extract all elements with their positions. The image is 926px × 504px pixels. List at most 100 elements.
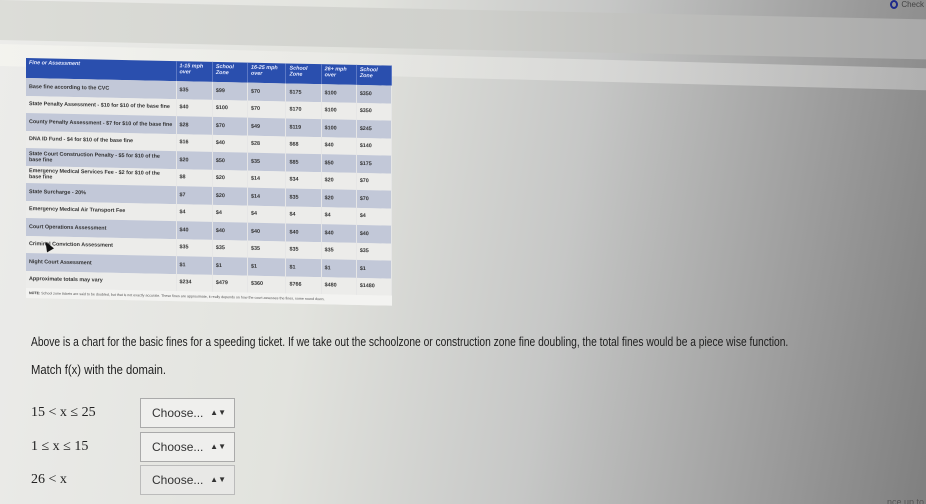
fine-value-cell: $35 [247,240,286,259]
check-label: Check [901,0,924,9]
fine-value-cell: $1480 [356,277,392,296]
fine-value-cell: $14 [247,170,286,189]
fine-value-cell: $28 [247,135,286,154]
fine-value-cell: $34 [285,170,322,190]
match-row: 15 < x ≤ 25 Choose... ▲▼ [31,398,235,428]
fine-value-cell: $100 [321,84,357,103]
fine-value-cell: $35 [176,81,213,100]
fine-value-cell: $175 [285,83,322,102]
fine-value-cell: $4 [321,206,357,225]
fine-value-cell: $16 [176,133,213,152]
fine-value-cell: $4 [176,203,213,222]
fine-value-cell: $480 [321,276,357,295]
fine-value-cell: $28 [176,116,213,135]
fine-value-cell: $350 [356,84,392,104]
fine-value-cell: $7 [176,186,213,205]
fine-value-cell: $4 [356,207,392,226]
check-button[interactable]: Check [890,0,924,9]
fine-value-cell: $70 [247,100,286,119]
fine-value-cell: $50 [321,154,357,173]
fine-value-cell: $100 [212,99,248,118]
fine-value-cell: $40 [285,223,322,242]
fine-value-cell: $99 [212,81,248,101]
fines-table: Fine or Assessment 1-15 mph over School … [26,58,392,296]
fine-value-cell: $50 [212,151,248,171]
header-26-plus: 26+ mph over [321,64,357,85]
function-select[interactable]: Choose... ▲▼ [140,432,235,462]
select-value: Choose... [152,406,204,420]
fine-value-cell: $14 [247,187,286,206]
fine-value-cell: $40 [356,224,392,244]
fine-value-cell: $8 [176,168,213,187]
fine-value-cell: $70 [356,172,392,191]
fine-value-cell: $1 [285,258,322,277]
header-16-25: 16-25 mph over [247,62,286,84]
function-select[interactable]: Choose... ▲▼ [140,398,235,428]
fine-value-cell: $20 [212,169,248,188]
updown-arrow-icon: ▲▼ [210,442,226,451]
function-select[interactable]: Choose... ▲▼ [140,465,235,495]
fine-value-cell: $119 [285,118,322,137]
fine-value-cell: $234 [176,273,213,292]
fine-value-cell: $20 [212,186,248,206]
fine-value-cell: $35 [247,152,286,171]
header-1-15: 1-15 mph over [176,61,213,82]
fine-value-cell: $85 [285,153,322,172]
match-row: 26 < x Choose... ▲▼ [31,465,235,495]
fine-value-cell: $35 [285,240,322,260]
note-label: NOTE: [29,291,41,296]
fine-value-cell: $1 [176,256,213,275]
fine-value-cell: $766 [285,275,322,295]
fine-value-cell: $70 [247,82,286,101]
header-school-1: School Zone [212,61,248,83]
footer-link[interactable]: ...nce up to [879,497,924,504]
fine-value-cell: $40 [212,134,248,153]
fine-value-cell: $20 [321,171,357,190]
select-value: Choose... [152,440,204,454]
fine-value-cell: $70 [212,116,248,136]
fine-value-cell: $479 [212,274,248,293]
fine-value-cell: $1 [247,257,286,276]
fine-value-cell: $40 [247,222,286,241]
fine-value-cell: $175 [356,154,392,174]
header-school-3: School Zone [356,64,392,86]
fine-value-cell: $20 [321,189,357,208]
fine-value-cell: $40 [212,221,248,241]
domain-label: 26 < x [31,472,67,487]
fine-value-cell: $40 [176,98,213,117]
fine-value-cell: $35 [176,238,213,257]
table-body: Base fine according to the CVC $35 $99 $70 $… [26,78,392,296]
fine-value-cell: $40 [321,136,357,155]
fine-value-cell: $1 [212,256,248,276]
fine-value-cell: $20 [176,151,213,170]
fine-value-cell: $35 [356,242,392,261]
fine-value-cell: $360 [247,275,286,294]
domain-label: 15 < x ≤ 25 [31,405,96,420]
fine-value-cell: $100 [321,101,357,120]
check-circle-icon [890,0,899,9]
updown-arrow-icon: ▲▼ [210,408,226,417]
fines-table-image: Fine or Assessment 1-15 mph over School … [26,58,392,306]
fine-value-cell: $35 [321,241,357,260]
fine-value-cell: $68 [285,135,322,155]
updown-arrow-icon: ▲▼ [210,475,226,484]
question-instruction: Match f(x) with the domain. [31,363,167,377]
fine-value-cell: $1 [356,259,392,279]
header-school-2: School Zone [285,63,322,85]
fine-value-cell: $40 [321,224,357,243]
fine-value-cell: $245 [356,119,392,139]
question-prompt: Above is a chart for the basic fines for… [31,335,789,349]
note-text: School zone tickets are said to be doubl… [41,291,325,302]
fine-value-cell: $100 [321,119,357,138]
fine-value-cell: $350 [356,102,392,121]
fine-value-cell: $4 [247,205,286,224]
fine-value-cell: $170 [285,100,322,120]
fine-value-cell: $1 [321,259,357,278]
fine-value-cell: $140 [356,137,392,156]
fine-value-cell: $35 [285,188,322,207]
domain-label: 1 ≤ x ≤ 15 [31,439,89,454]
select-value: Choose... [152,473,204,487]
fine-value-cell: $49 [247,117,286,136]
fine-value-cell: $4 [212,204,248,223]
fine-value-cell: $70 [356,189,392,209]
